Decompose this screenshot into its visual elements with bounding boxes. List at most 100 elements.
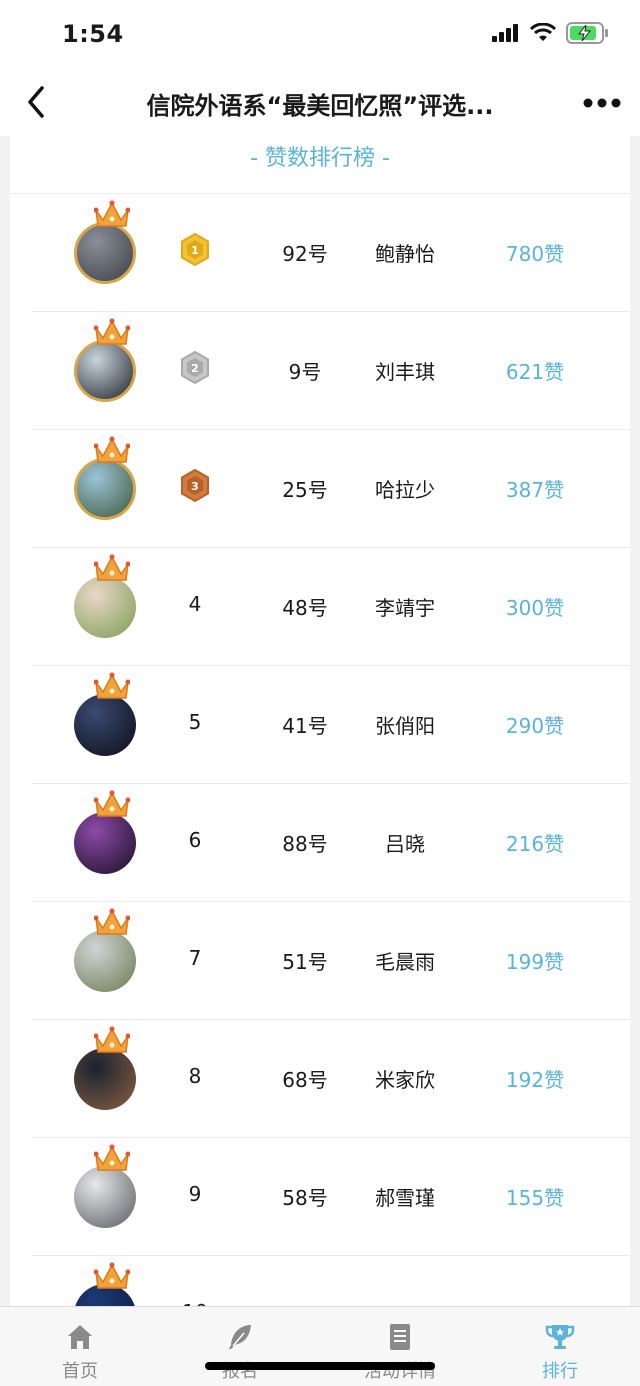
rank-cell: 1 [162,230,228,270]
avatar[interactable] [74,340,136,402]
ranking-row[interactable]: 4 48号 李靖宇 300赞 [32,548,630,666]
tab-label: 首页 [62,1361,98,1382]
vote-count: 387赞 [505,478,565,502]
gold-medal-icon: 1 [177,232,213,268]
page-title: 信院外语系“最美回忆照”评选... [146,92,494,120]
tab-label: 排行 [542,1361,578,1382]
silver-medal-icon: 2 [177,350,213,386]
vote-count: 780赞 [505,242,565,266]
ranking-row[interactable]: 1 92号 鲍静怡 780赞 [32,194,630,312]
ranking-row[interactable]: 8 68号 米家欣 192赞 [32,1020,630,1138]
avatar-with-crown[interactable] [74,436,140,522]
avatar-with-crown[interactable] [74,790,140,876]
rank-number: 4 [188,592,202,616]
avatar-with-crown[interactable] [74,200,140,286]
rank-cell: 9 [162,1174,228,1214]
crown-icon [93,908,131,936]
tab-feather[interactable]: 报名 [160,1307,320,1386]
avatar[interactable] [74,930,136,992]
cellular-signal-icon [492,24,518,42]
bronze-medal-icon: 3 [177,468,213,504]
avatar-with-crown[interactable] [74,1144,140,1230]
svg-text:3: 3 [191,480,199,493]
tab-label: 活动详情 [364,1361,436,1382]
avatar-with-crown[interactable] [74,554,140,640]
ranking-panel: - 赞数排行榜 - 1 92号 鲍静怡 780赞 2 9号 刘丰琪 621赞 3 25号 哈拉少 38… [10,136,630,1306]
vote-count: 621赞 [505,360,565,384]
avatar[interactable] [74,1166,136,1228]
rank-number: 8 [188,1064,202,1088]
contestant-name: 哈拉少 [375,478,435,502]
avatar[interactable] [74,458,136,520]
ranking-row[interactable]: 6 88号 吕晓 216赞 [32,784,630,902]
back-button[interactable] [18,82,58,122]
ranking-row[interactable]: 5 41号 张俏阳 290赞 [32,666,630,784]
wifi-icon [530,23,556,41]
crown-icon [93,200,131,228]
rank-number: 9 [188,1182,202,1206]
navigation-bar: 信院外语系“最美回忆照”评选... [0,70,640,136]
status-icons [492,22,610,44]
vote-count: 155赞 [505,1186,565,1210]
vote-count: 300赞 [505,596,565,620]
ranking-row[interactable]: 9 58号 郝雪瑾 155赞 [32,1138,630,1256]
home-indicator [205,1362,435,1370]
contestant-name: 郝雪瑾 [375,1186,435,1210]
avatar-with-crown[interactable] [74,1262,140,1306]
contestant-number: 51号 [282,950,328,974]
ranking-row[interactable]: 1044号袁靖瑜131赞 [32,1256,630,1306]
vote-count: 290赞 [505,714,565,738]
crown-icon [93,436,131,464]
crown-icon [93,554,131,582]
contestant-number: 58号 [282,1186,328,1210]
rank-number: 7 [188,946,202,970]
ranking-row[interactable]: 3 25号 哈拉少 387赞 [32,430,630,548]
avatar[interactable] [74,222,136,284]
contestant-name: 张俏阳 [375,714,435,738]
crown-icon [93,318,131,346]
avatar-with-crown[interactable] [74,1026,140,1112]
home-icon [64,1321,96,1353]
avatar[interactable] [74,812,136,874]
crown-icon [93,672,131,700]
avatar-with-crown[interactable] [74,908,140,994]
ranking-row[interactable]: 2 9号 刘丰琪 621赞 [32,312,630,430]
rank-cell: 10 [162,1292,228,1306]
contestant-number: 48号 [282,596,328,620]
ranking-row[interactable]: 7 51号 毛晨雨 199赞 [32,902,630,1020]
tab-document[interactable]: 活动详情 [320,1307,480,1386]
tab-label: 报名 [222,1361,258,1382]
contestant-number: 25号 [282,478,328,502]
contestant-name: 米家欣 [375,1068,435,1092]
svg-text:2: 2 [191,362,199,375]
avatar[interactable] [74,1048,136,1110]
crown-icon [93,1144,131,1172]
tab-trophy[interactable]: 排行 [480,1307,640,1386]
more-options-button[interactable] [582,88,622,118]
contestant-name: 李靖宇 [375,596,435,620]
status-time: 1:54 [62,20,124,48]
crown-icon [93,1262,131,1290]
svg-text:1: 1 [191,244,199,257]
avatar-with-crown[interactable] [74,672,140,758]
avatar[interactable] [74,694,136,756]
avatar-with-crown[interactable] [74,318,140,404]
rank-cell: 7 [162,938,228,978]
status-bar: 1:54 [0,0,640,70]
vote-count: 216赞 [505,832,565,856]
rank-cell: 2 [162,348,228,388]
vote-count: 199赞 [505,950,565,974]
tab-home[interactable]: 首页 [0,1307,160,1386]
tab-bar: 首页 报名 活动详情 排行 [0,1306,640,1386]
contestant-name: 刘丰琪 [375,360,435,384]
rank-cell: 8 [162,1056,228,1096]
contestant-number: 9号 [288,360,322,384]
contestant-name: 鲍静怡 [375,242,435,266]
rank-cell: 6 [162,820,228,860]
rank-number: 6 [188,828,202,852]
trophy-icon [544,1321,576,1353]
rank-number: 5 [188,710,202,734]
contestant-number: 88号 [282,832,328,856]
crown-icon [93,790,131,818]
avatar[interactable] [74,576,136,638]
